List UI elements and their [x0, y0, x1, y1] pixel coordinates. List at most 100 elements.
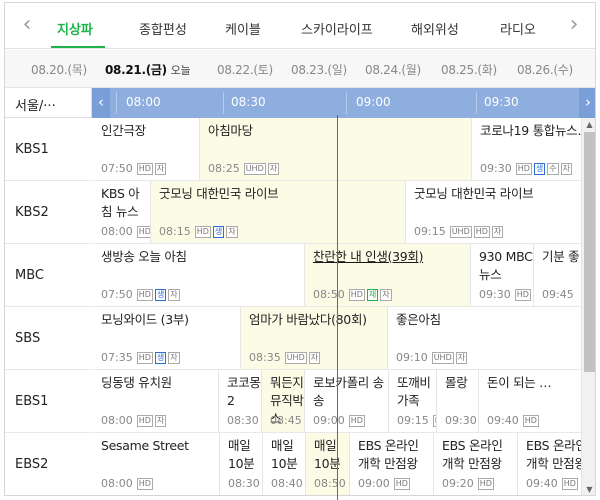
program-cell[interactable]: EBS 온라인 개학 만점왕 09:00 HD — [350, 433, 434, 495]
program-time: 09:45 — [542, 288, 574, 301]
program-time: 08:25 — [208, 162, 240, 175]
chevron-left-icon[interactable]: ‹ — [17, 14, 37, 37]
program-start-time: 09:40 HD — [526, 477, 578, 490]
program-title: EBS 온라인 개학 만점왕 — [358, 438, 419, 471]
chevron-right-icon[interactable]: › — [564, 14, 584, 37]
program-badge: UHD — [449, 225, 472, 238]
program-start-time: 09:45 — [542, 288, 576, 301]
channel-ebs2[interactable]: EBS2 — [5, 433, 92, 495]
program-badge: 자 — [154, 414, 167, 427]
scroll-down-icon[interactable]: ▼ — [582, 483, 595, 495]
timeline-next-icon[interactable]: › — [579, 88, 595, 118]
tv-schedule-widget: ‹ 지상파 종합편성 케이블 스카이라이프 해외위성 라디오 › 08.20.(… — [4, 2, 596, 496]
program-time: 08:35 — [249, 351, 281, 364]
program-cell[interactable]: 또깨비 가족 09:15HD — [389, 370, 437, 433]
program-time: 08:00 — [101, 414, 133, 427]
tab-overseas[interactable]: 해외위성 — [411, 19, 459, 38]
program-title: 기분 좋 — [542, 249, 580, 264]
tab-skylife[interactable]: 스카이라이프 — [301, 19, 373, 38]
program-time: 07:50 — [101, 288, 133, 301]
program-cell[interactable]: Sesame Street 08:00 HD — [93, 433, 220, 495]
date-0826[interactable]: 08.26.(수) — [517, 61, 573, 78]
program-cell[interactable]: 930 MBC 뉴스 09:30 HD — [471, 244, 534, 307]
program-badge: UHD — [284, 351, 307, 364]
scrollbar-thumb[interactable] — [584, 132, 595, 372]
category-tabs: ‹ 지상파 종합편성 케이블 스카이라이프 해외위성 라디오 › — [5, 3, 595, 49]
program-start-time: 09:15HD — [397, 414, 436, 427]
today-label: 오늘 — [170, 64, 191, 77]
program-title: 딩동댕 유치원 — [101, 375, 172, 390]
program-time: 08:40 — [271, 477, 303, 490]
channel-kbs1[interactable]: KBS1 — [5, 118, 92, 181]
program-title: 930 MBC 뉴스 — [479, 249, 533, 282]
program-start-time: 08:45HD — [270, 414, 304, 427]
program-cell[interactable]: 좋은아침 09:10 UHD 자 — [388, 307, 581, 370]
program-title: 인간극장 — [101, 123, 146, 138]
program-cell[interactable]: EBS 온라인 개학 만점왕 09:40 HD — [518, 433, 581, 495]
program-time: 09:30 — [480, 162, 512, 175]
program-cell[interactable]: 매일 10분 08:40 — [263, 433, 306, 495]
program-badge: HD — [136, 288, 153, 301]
program-cell[interactable]: 매일 10분 08:50 — [306, 433, 350, 495]
program-title: 매일 10분 — [271, 438, 298, 471]
program-cell[interactable]: 뭐든지 뮤직박스08:45HD — [262, 370, 305, 433]
date-0824[interactable]: 08.24.(월) — [365, 61, 421, 78]
program-cell[interactable]: 엄마가 바람났다(80회) 08:35 UHD 자 — [241, 307, 388, 370]
program-cell[interactable]: 생방송 오늘 아침 07:50 HD 생 자 — [93, 244, 305, 307]
scroll-up-icon[interactable]: ▲ — [582, 118, 595, 132]
program-badge: HD — [393, 477, 410, 490]
time-tick — [346, 92, 347, 114]
channel-mbc[interactable]: MBC — [5, 244, 92, 307]
program-start-time: 08:00 HD 자 — [101, 414, 167, 427]
program-badge: HD — [515, 162, 532, 175]
program-cell[interactable]: 로보카폴리 송송 09:00 HD — [305, 370, 389, 433]
time-tick — [223, 92, 224, 114]
program-cell[interactable]: 찬란한 내 인생(39회) 08:50 HD 재 자 — [305, 244, 471, 307]
program-start-time: 08:15 HD 생 자 — [159, 225, 238, 238]
program-cell[interactable]: 아침마당 08:25 UHD 자 — [200, 118, 472, 181]
date-0825[interactable]: 08.25.(화) — [441, 61, 497, 78]
date-selector: 08.20.(목) 08.21.(금) 오늘 08.22.(토) 08.23.(… — [5, 50, 595, 88]
program-badge: 생 — [533, 162, 546, 175]
channel-kbs2[interactable]: KBS2 — [5, 181, 92, 244]
program-cell[interactable]: 코로나19 통합뉴스… 09:30 HD 생 수 자 — [472, 118, 581, 181]
program-badge: HD — [473, 225, 490, 238]
program-cell[interactable]: 기분 좋 09:45 — [534, 244, 581, 307]
program-start-time: 08:30 — [228, 477, 262, 490]
date-0820[interactable]: 08.20.(목) — [31, 61, 87, 78]
date-0821[interactable]: 08.21.(금) 오늘 — [105, 61, 191, 78]
vertical-scrollbar[interactable]: ▲ ▼ — [581, 118, 595, 495]
program-time: 08:50 — [313, 288, 345, 301]
tab-terrestrial[interactable]: 지상파 — [57, 19, 93, 38]
program-cell[interactable]: 굿모닝 대한민국 라이브 08:15 HD 생 자 — [151, 181, 406, 244]
program-cell[interactable]: KBS 아침 뉴스 08:00 HD — [93, 181, 151, 244]
program-cell[interactable]: 코코몽2 08:30HD — [219, 370, 262, 433]
program-start-time: 08:30HD — [227, 414, 261, 427]
program-cell[interactable]: 모닝와이드 (3부) 07:35 HD 생 자 — [93, 307, 241, 370]
tab-cable[interactable]: 케이블 — [225, 19, 261, 38]
region-select[interactable]: 서울/··· — [5, 88, 92, 118]
date-0823[interactable]: 08.23.(일) — [291, 61, 347, 78]
channel-ebs1[interactable]: EBS1 — [5, 370, 92, 433]
tab-general[interactable]: 종합편성 — [139, 19, 187, 38]
program-time: 08:15 — [159, 225, 191, 238]
program-cell[interactable]: 매일 10분 08:30 — [220, 433, 263, 495]
program-cell[interactable]: 인간극장 07:50 HD 자 — [93, 118, 200, 181]
timeline-bar: ‹ 08:00 08:30 09:00 09:30 › — [92, 88, 595, 118]
timeline-prev-icon[interactable]: ‹ — [92, 88, 110, 118]
program-cell[interactable]: 돈이 되는 … 09:40 HD — [479, 370, 581, 433]
program-cell[interactable]: 굿모닝 대한민국 라이브 09:15 UHD HD 자 — [406, 181, 581, 244]
program-cell[interactable]: EBS 온라인 개학 만점왕 09:20 HD — [434, 433, 518, 495]
program-badge: 수 — [547, 162, 559, 175]
program-cell[interactable]: 몰랑 09:30 — [437, 370, 479, 433]
program-start-time: 09:15 UHD HD 자 — [414, 225, 504, 238]
program-title: EBS 온라인 개학 만점왕 — [526, 438, 581, 471]
program-time: 08:30 — [228, 477, 260, 490]
program-cell[interactable]: 딩동댕 유치원 08:00 HD 자 — [93, 370, 219, 433]
channel-sbs[interactable]: SBS — [5, 307, 92, 370]
program-start-time: 08:40 — [271, 477, 305, 490]
time-label: 09:30 — [484, 95, 519, 109]
tab-radio[interactable]: 라디오 — [500, 19, 536, 38]
date-0822[interactable]: 08.22.(토) — [217, 61, 273, 78]
program-title: 돈이 되는 … — [487, 375, 552, 390]
